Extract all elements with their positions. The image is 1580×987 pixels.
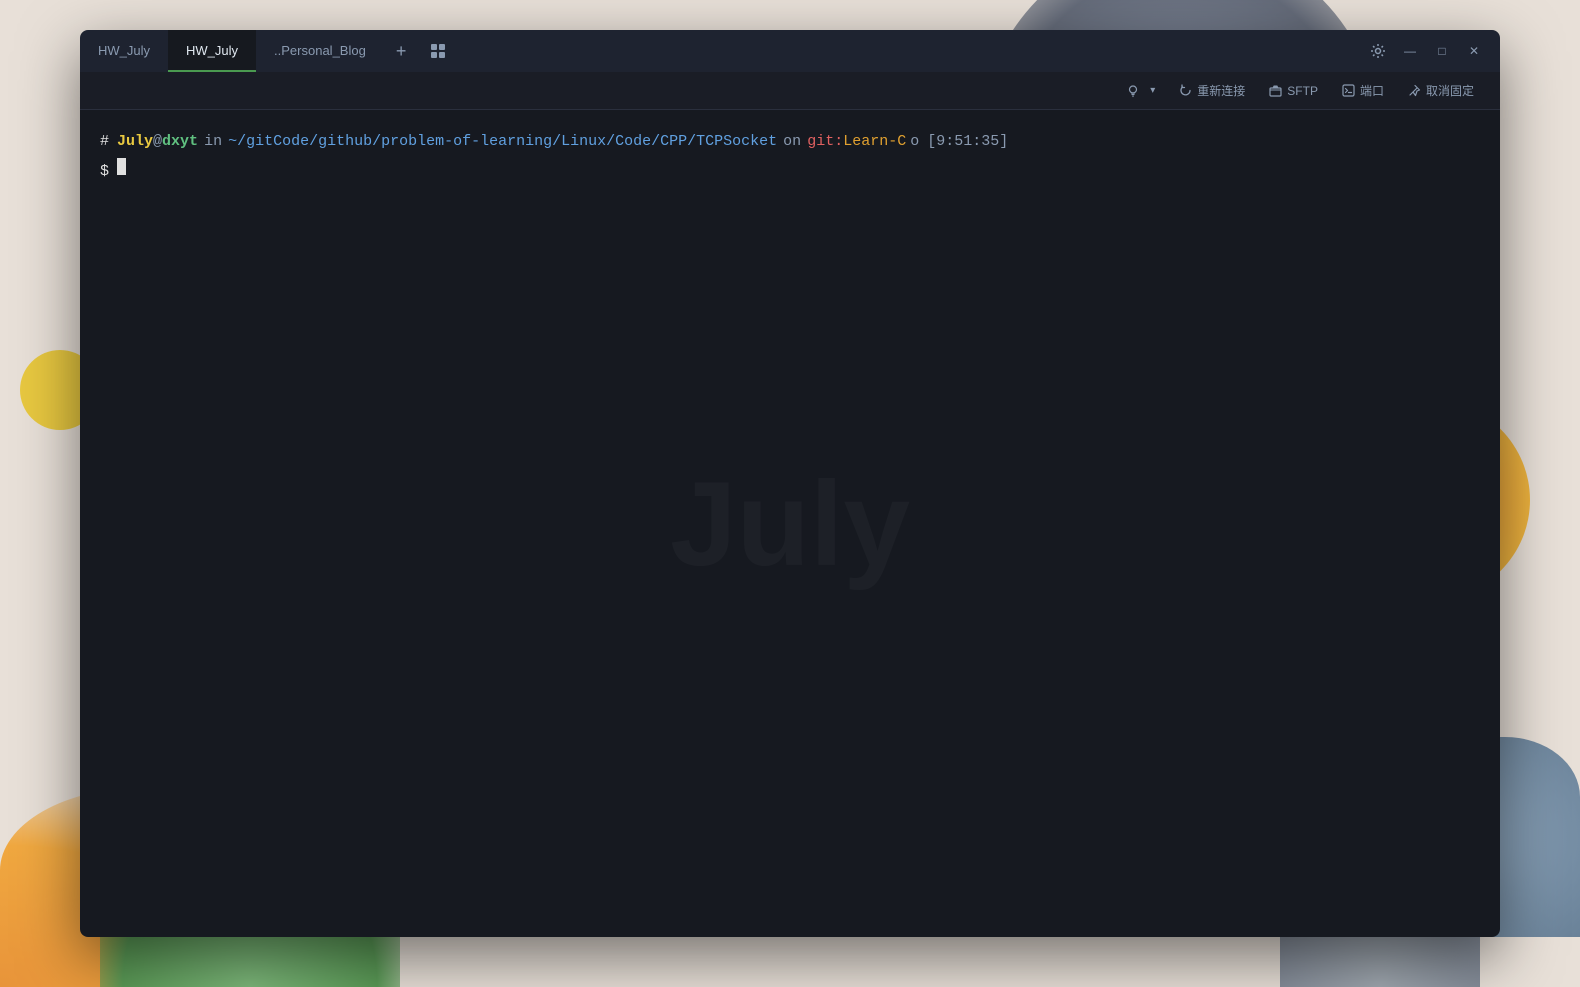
prompt-path: ~/gitCode/github/problem-of-learning/Lin… — [228, 130, 777, 154]
reconnect-button[interactable]: 重新连接 — [1169, 78, 1255, 103]
maximize-icon: □ — [1438, 44, 1445, 58]
prompt-time: [9:51:35] — [927, 130, 1008, 154]
branch-suffix: o — [910, 130, 919, 154]
prompt-on: on — [783, 130, 801, 154]
plus-icon: + — [396, 41, 407, 62]
prompt-in: in — [204, 130, 222, 154]
tab-label-2: HW_July — [186, 43, 238, 58]
terminal-watermark: July — [670, 455, 910, 593]
tab-hw-july-1[interactable]: HW_July — [80, 30, 168, 72]
bulb-icon — [1126, 84, 1140, 98]
ai-button[interactable]: ▾ — [1116, 80, 1165, 102]
new-tab-button[interactable]: + — [384, 30, 419, 72]
unpin-button[interactable]: 取消固定 — [1398, 78, 1484, 103]
close-icon: ✕ — [1469, 44, 1479, 58]
terminal-body[interactable]: July # July @ dxyt in ~/gitCode/github/p… — [80, 110, 1500, 937]
sftp-icon — [1269, 84, 1282, 97]
tab-personal-blog[interactable]: ..Personal_Blog — [256, 30, 384, 72]
dropdown-icon: ▾ — [1150, 85, 1155, 96]
tab-hw-july-2[interactable]: HW_July — [168, 30, 256, 72]
prompt-hash: # — [100, 130, 109, 154]
prompt-git: git:Learn-C — [807, 130, 906, 154]
prompt-branch: Learn-C — [843, 133, 906, 150]
close-button[interactable]: ✕ — [1460, 37, 1488, 65]
prompt-line-2: $ — [100, 158, 1480, 184]
terminal-port-label: 端口 — [1360, 82, 1384, 99]
settings-button[interactable] — [1364, 37, 1392, 65]
prompt-line-1: # July @ dxyt in ~/gitCode/github/proble… — [100, 130, 1480, 154]
title-bar: HW_July HW_July ..Personal_Blog + — [80, 30, 1500, 72]
layout-button[interactable] — [418, 30, 458, 72]
layout-icon — [430, 43, 446, 59]
title-bar-spacer — [458, 30, 1352, 72]
prompt-dollar: $ — [100, 160, 109, 184]
minimize-button[interactable]: — — [1396, 37, 1424, 65]
cursor — [117, 158, 126, 175]
window-actions: — □ ✕ — [1352, 30, 1500, 72]
settings-icon — [1370, 43, 1386, 59]
tab-label-3: ..Personal_Blog — [274, 43, 366, 58]
prompt-host: dxyt — [162, 130, 198, 154]
reconnect-icon — [1179, 84, 1192, 97]
unpin-label: 取消固定 — [1426, 82, 1474, 99]
unpin-icon — [1408, 84, 1421, 97]
sftp-button[interactable]: SFTP — [1259, 80, 1328, 102]
sftp-label: SFTP — [1287, 84, 1318, 98]
terminal-icon — [1342, 84, 1355, 97]
reconnect-label: 重新连接 — [1197, 82, 1245, 99]
prompt-at: @ — [153, 130, 162, 154]
tab-label-1: HW_July — [98, 43, 150, 58]
minimize-icon: — — [1404, 44, 1416, 58]
maximize-button[interactable]: □ — [1428, 37, 1456, 65]
prompt-user: July — [117, 130, 153, 154]
toolbar: ▾ 重新连接 SFTP 端口 — [80, 72, 1500, 110]
terminal-window: HW_July HW_July ..Personal_Blog + — [80, 30, 1500, 937]
terminal-port-button[interactable]: 端口 — [1332, 78, 1394, 103]
